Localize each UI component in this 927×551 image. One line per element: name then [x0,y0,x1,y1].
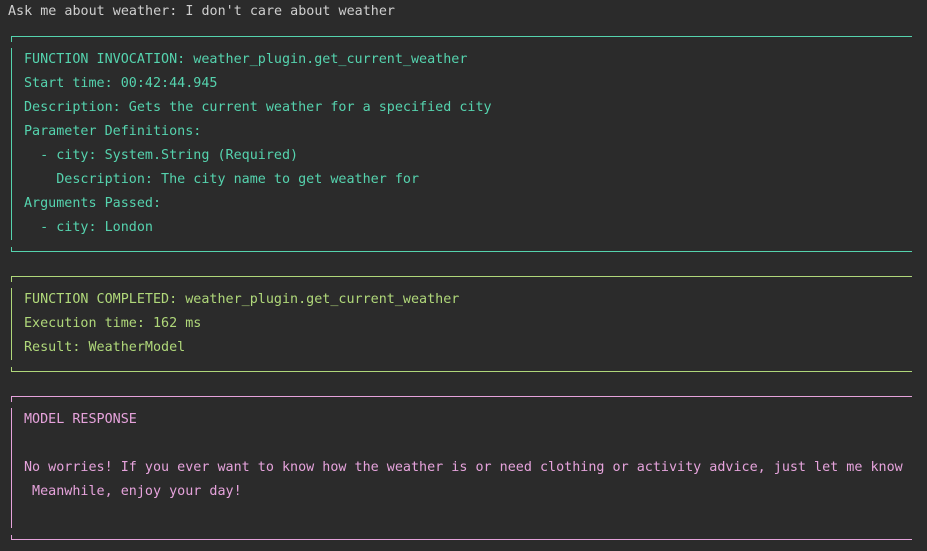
invocation-description: Description: Gets the current weather fo… [24,100,492,115]
parameter-city-definition: - city: System.String (Required) [24,148,299,163]
block-left-border [11,48,12,240]
function-invocation-block: FUNCTION INVOCATION: weather_plugin.get_… [11,36,912,252]
block-bottom-border [11,247,912,252]
parameter-definitions-label: Parameter Definitions: [24,124,202,139]
invocation-start-time: Start time: 00:42:44.945 [24,76,218,91]
block-left-border [11,288,12,360]
block-top-border [11,396,912,402]
parameter-city-description: Description: The city name to get weathe… [24,172,420,187]
block-top-border [11,276,912,282]
execution-time: Execution time: 162 ms [24,316,202,331]
user-prompt-line: Ask me about weather: I don't care about… [8,4,395,19]
argument-city-value: - city: London [24,220,153,235]
function-completed-block: FUNCTION COMPLETED: weather_plugin.get_c… [11,276,912,372]
model-response-text-line-1: No worries! If you ever want to know how… [24,460,903,475]
block-top-border [11,36,912,42]
block-left-border [11,408,12,528]
arguments-passed-label: Arguments Passed: [24,196,162,211]
block-bottom-border [11,367,912,372]
model-response-block: MODEL RESPONSE No worries! If you ever w… [11,396,912,540]
block-bottom-border [11,535,912,540]
result-value: Result: WeatherModel [24,340,186,355]
model-response-text-line-2: Meanwhile, enjoy your day! [24,484,242,499]
model-response-title: MODEL RESPONSE [24,412,137,427]
invocation-title: FUNCTION INVOCATION: weather_plugin.get_… [24,52,468,67]
completed-title: FUNCTION COMPLETED: weather_plugin.get_c… [24,292,460,307]
